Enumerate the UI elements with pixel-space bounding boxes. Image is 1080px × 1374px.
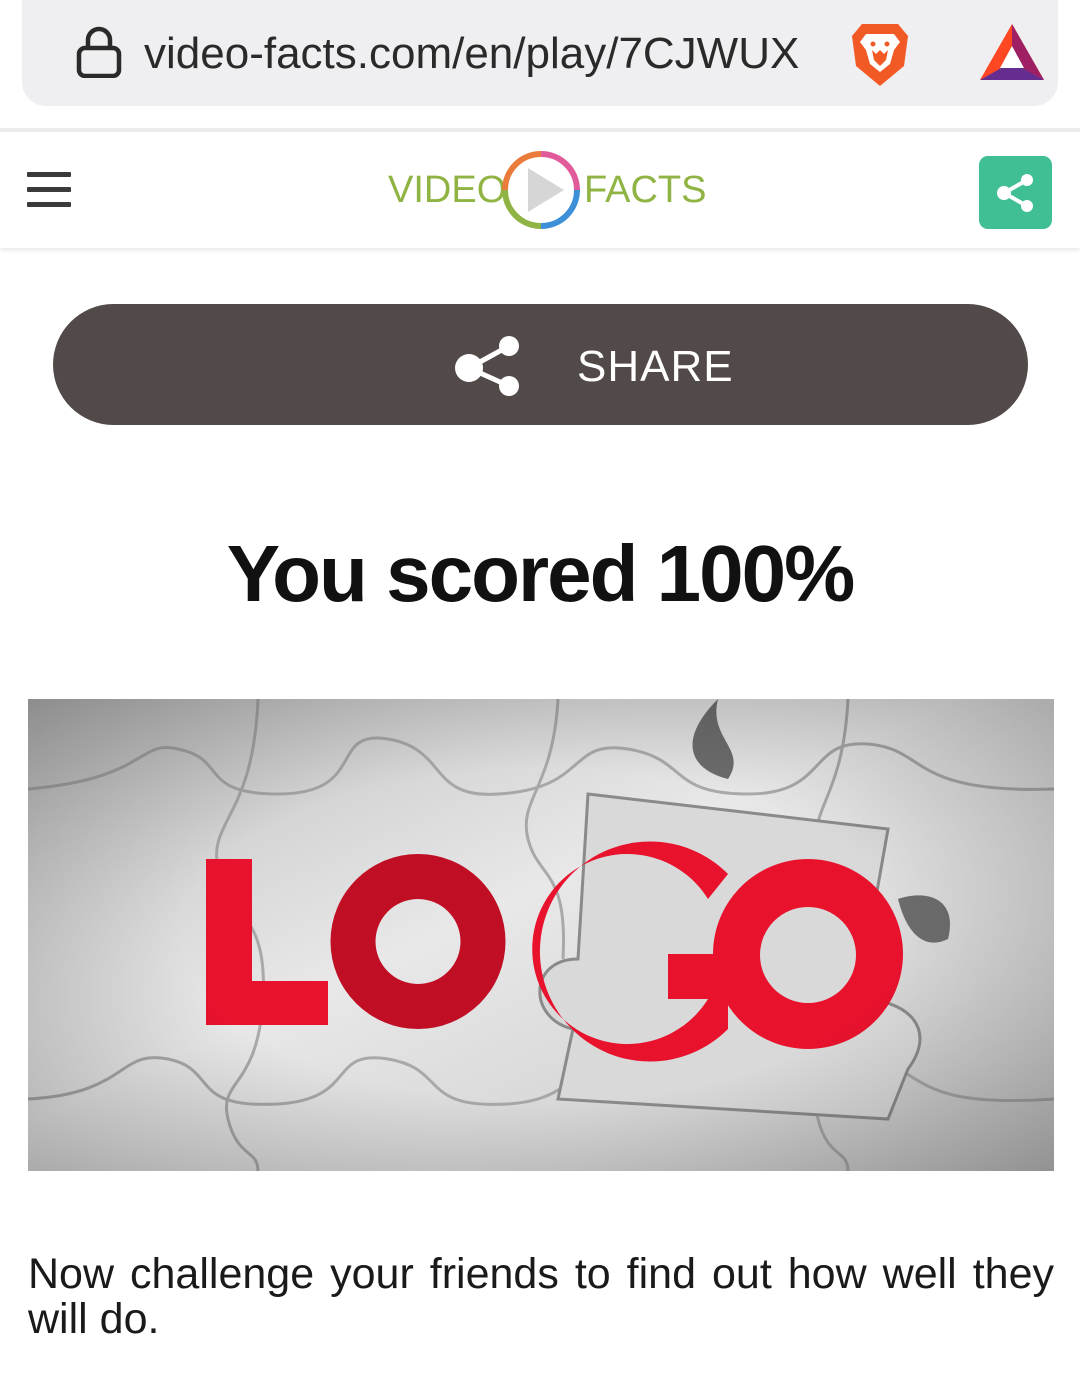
share-icon xyxy=(997,174,1033,212)
video-facts-logo[interactable]: VIDEO FACTS xyxy=(386,148,706,232)
brave-lion-icon[interactable] xyxy=(848,20,912,90)
score-title: You scored 100% xyxy=(226,529,856,618)
play-circle-icon xyxy=(502,151,580,229)
logo-text-video: VIDEO xyxy=(388,169,507,211)
challenge-text: Now challenge your friends to find out h… xyxy=(28,1250,1054,1343)
lock-icon xyxy=(76,26,122,78)
share-icon xyxy=(455,336,519,396)
address-bar[interactable]: video-facts.com/en/play/7CJWUX xyxy=(22,0,1058,106)
site-header: VIDEO FACTS xyxy=(0,128,1080,248)
hamburger-menu-icon[interactable] xyxy=(27,172,71,210)
bat-triangle-icon[interactable] xyxy=(978,22,1046,82)
url-text[interactable]: video-facts.com/en/play/7CJWUX xyxy=(144,26,816,82)
share-button[interactable]: SHARE xyxy=(53,304,1028,425)
result-image-logo-puzzle xyxy=(28,699,1054,1171)
share-button-label: SHARE xyxy=(577,342,734,391)
logo-text-facts: FACTS xyxy=(584,169,707,211)
browser-toolbar: video-facts.com/en/play/7CJWUX xyxy=(0,0,1080,128)
header-share-button[interactable] xyxy=(979,156,1052,229)
